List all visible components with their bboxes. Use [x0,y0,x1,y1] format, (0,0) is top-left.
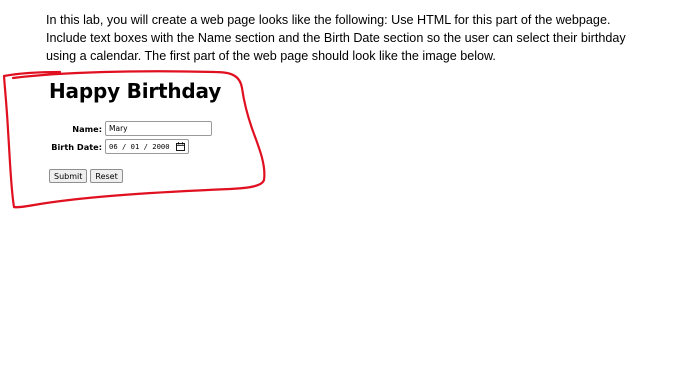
birth-date-label: Birth Date: [51,141,102,152]
reset-button[interactable]: Reset [90,169,123,183]
birth-date-row: Birth Date: 06 / 01 / 2000 [49,139,189,154]
name-row: Name: Mary [49,121,212,136]
instruction-line-1: In this lab, you will create a web page … [46,13,611,27]
birth-date-input[interactable]: 06 / 01 / 2000 [105,139,189,154]
birthday-form-preview: Happy Birthday Name: Mary Birth Date: 06… [49,78,269,183]
form-buttons: Submit Reset [49,169,123,183]
name-input[interactable]: Mary [105,121,212,136]
submit-button[interactable]: Submit [49,169,88,183]
instruction-line-3: using a calendar. The first part of the … [46,49,496,63]
name-input-value: Mary [109,124,128,133]
page-title: Happy Birthday [49,79,222,103]
calendar-icon[interactable] [176,142,185,151]
instruction-line-2: Include text boxes with the Name section… [46,31,626,45]
birth-date-value: 06 / 01 / 2000 [109,142,170,151]
name-label: Name: [72,123,102,134]
lab-instructions: In this lab, you will create a web page … [46,11,646,65]
